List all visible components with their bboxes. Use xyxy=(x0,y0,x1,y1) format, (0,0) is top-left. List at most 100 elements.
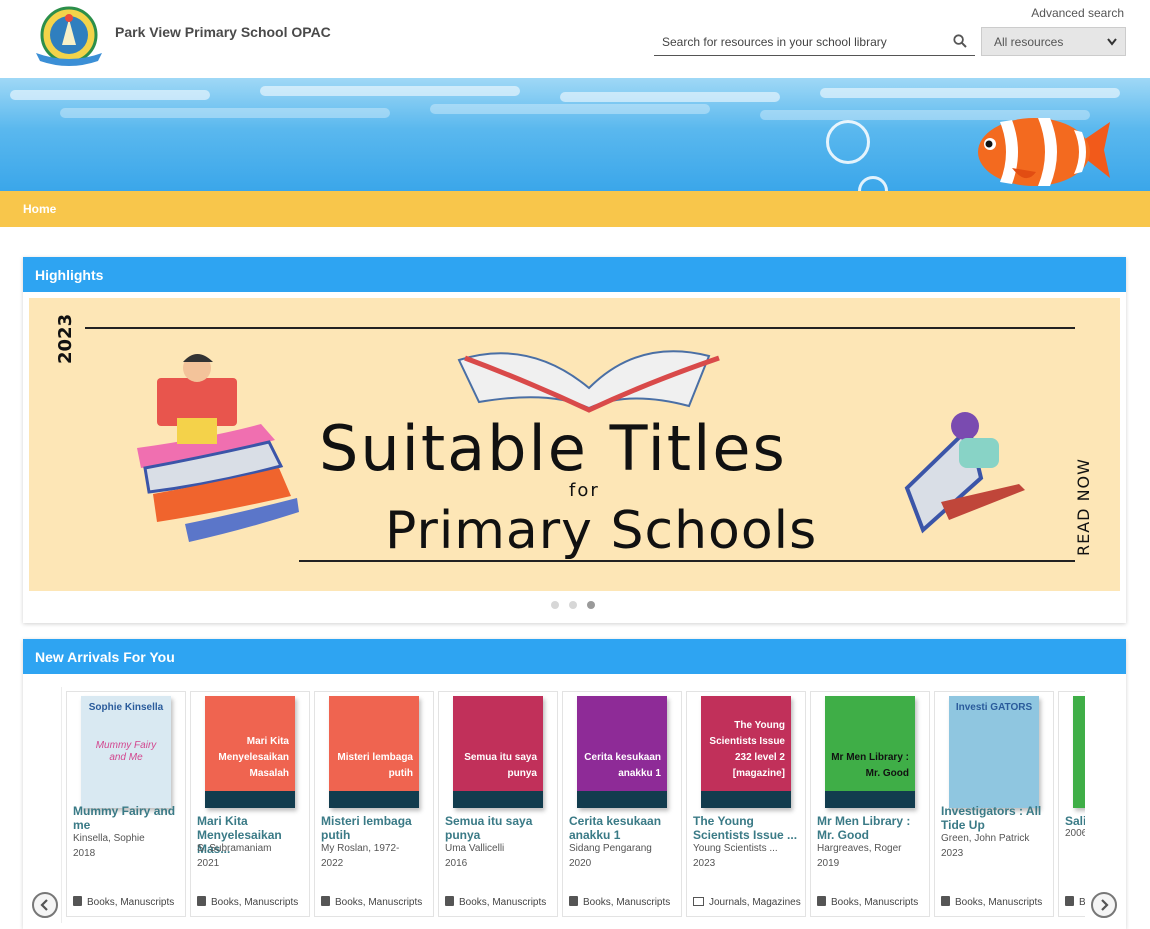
newspaper-icon xyxy=(693,897,704,906)
book-year: 2016 xyxy=(445,858,468,869)
book-format-label: Journals, Magazines xyxy=(709,897,801,908)
highlight-slide[interactable]: 2023 Suitable Titles for Primary Schools… xyxy=(29,298,1120,591)
book-cover-band xyxy=(205,791,295,808)
water-wave xyxy=(820,88,1120,98)
book-icon xyxy=(197,896,206,906)
arrival-card[interactable]: Cerita kesukaan anakku 1 Cerita kesukaan … xyxy=(562,691,682,917)
book-title-link[interactable]: Mummy Fairy and me xyxy=(73,804,181,832)
book-cover[interactable]: Cerita kesukaan anakku 1 xyxy=(577,696,667,808)
book-icon xyxy=(941,896,950,906)
book-format-label: Books, Manuscripts xyxy=(87,897,175,908)
book-year: 2023 xyxy=(693,858,716,869)
book-cover[interactable]: Sophie Kinsella Mummy Fairy and Me xyxy=(81,696,171,808)
book-title-link[interactable]: Investigators : All Tide Up xyxy=(941,804,1049,832)
new-arrivals-heading: New Arrivals For You xyxy=(23,639,1126,674)
book-cover-band xyxy=(701,791,791,808)
search-icon[interactable] xyxy=(953,34,967,48)
book-cover[interactable]: The Young Scientists Issue 232 level 2 [… xyxy=(701,696,791,808)
book-icon xyxy=(445,896,454,906)
book-cover[interactable]: Investi GATORS xyxy=(949,696,1039,808)
highlight-slide-art: 2023 Suitable Titles for Primary Schools… xyxy=(55,314,1093,562)
book-title-link[interactable]: Misteri lembaga putih xyxy=(321,814,429,842)
book-year: 2006 xyxy=(1065,828,1085,839)
book-cover-band xyxy=(825,791,915,808)
new-arrivals-carousel: Sophie Kinsella Mummy Fairy and Me Mummy F… xyxy=(61,687,1085,923)
arrival-card[interactable]: Sali2006 B xyxy=(1058,691,1085,917)
carousel-dot-active[interactable] xyxy=(587,601,595,609)
book-author: Uma Vallicelli xyxy=(445,843,505,854)
banner-line1: Suitable Titles xyxy=(319,412,787,485)
book-cover[interactable] xyxy=(1073,696,1085,808)
search-input[interactable] xyxy=(662,32,942,52)
book-title-link[interactable]: Semua itu saya punya xyxy=(445,814,553,842)
book-cover-brand: Sophie Kinsella xyxy=(88,702,164,713)
book-year: 2022 xyxy=(321,858,344,869)
book-author: My Roslan, 1972- xyxy=(321,843,400,854)
book-author: Hargreaves, Roger xyxy=(817,843,902,854)
water-wave xyxy=(60,108,390,118)
arrival-card[interactable]: Mari Kita Menyelesaikan Masalah Mari Kita… xyxy=(190,691,310,917)
book-cover-text: Semua itu saya punya xyxy=(464,752,537,779)
book-author: Sidang Pengarang xyxy=(569,843,652,854)
resource-type-select[interactable]: All resources xyxy=(981,27,1126,56)
book-cover-text: Mr Men Library : Mr. Good xyxy=(831,752,909,779)
arrival-card[interactable]: Mr Men Library : Mr. Good Mr Men Library … xyxy=(810,691,930,917)
book-icon xyxy=(569,896,578,906)
book-format: Books, Manuscripts xyxy=(817,895,927,910)
bubble xyxy=(858,176,888,192)
book-author: Kinsella, Sophie xyxy=(73,833,145,844)
book-format: Books, Manuscripts xyxy=(321,895,431,910)
book-cover-text: Cerita kesukaan anakku 1 xyxy=(584,752,661,779)
book-cover-text: The Young Scientists Issue 232 level 2 [… xyxy=(709,720,785,779)
book-author: Young Scientists ... xyxy=(693,843,778,854)
carousel-next-button[interactable] xyxy=(1091,892,1117,918)
new-arrivals-panel: New Arrivals For You Sophie Kinsella Mumm… xyxy=(23,639,1126,929)
book-year: 2021 xyxy=(197,858,220,869)
carousel-prev-button[interactable] xyxy=(32,892,58,918)
arrival-card[interactable]: Semua itu saya punya Semua itu saya punya… xyxy=(438,691,558,917)
book-cover[interactable]: Mari Kita Menyelesaikan Masalah xyxy=(205,696,295,808)
book-year: 2023 xyxy=(941,848,964,859)
school-logo[interactable] xyxy=(32,5,106,69)
book-year: 2020 xyxy=(569,858,592,869)
book-title-link[interactable]: Mr Men Library : Mr. Good xyxy=(817,814,925,842)
carousel-dots xyxy=(551,601,601,611)
carousel-dot[interactable] xyxy=(569,601,577,609)
book-format-label: Books, Manuscripts xyxy=(459,897,547,908)
banner-line2: for xyxy=(569,480,600,501)
banner-cta: READ NOW xyxy=(1074,458,1093,556)
arrival-card[interactable]: The Young Scientists Issue 232 level 2 [… xyxy=(686,691,806,917)
header-banner xyxy=(0,78,1150,192)
book-cover[interactable]: Semua itu saya punya xyxy=(453,696,543,808)
book-format: Journals, Magazines xyxy=(693,895,803,910)
search-box xyxy=(654,28,975,56)
highlights-heading: Highlights xyxy=(23,257,1126,292)
book-format-label: B xyxy=(1079,897,1085,908)
clownfish-illustration xyxy=(978,118,1110,186)
site-title[interactable]: Park View Primary School OPAC xyxy=(115,24,331,40)
book-format-label: Books, Manuscripts xyxy=(211,897,299,908)
arrival-card[interactable]: Misteri lembaga putih Misteri lembaga put… xyxy=(314,691,434,917)
book-format: Books, Manuscripts xyxy=(73,895,183,910)
carousel-dot[interactable] xyxy=(551,601,559,609)
book-cover-band xyxy=(329,791,419,808)
water-wave xyxy=(430,104,710,114)
water-wave xyxy=(260,86,520,96)
book-cover-band xyxy=(453,791,543,808)
book-cover-brand: Investi GATORS xyxy=(955,702,1033,713)
book-cover[interactable]: Mr Men Library : Mr. Good xyxy=(825,696,915,808)
book-title-link[interactable]: Sali xyxy=(1065,814,1085,828)
book-cover[interactable]: Misteri lembaga putih xyxy=(329,696,419,808)
breadcrumb-home[interactable]: Home xyxy=(23,202,56,216)
arrival-card[interactable]: Sophie Kinsella Mummy Fairy and Me Mummy F… xyxy=(66,691,186,917)
book-year: 2019 xyxy=(817,858,840,869)
arrival-card[interactable]: Investi GATORS Investigators : All Tide U… xyxy=(934,691,1054,917)
book-format: Books, Manuscripts xyxy=(941,895,1051,910)
advanced-search-link[interactable]: Advanced search xyxy=(1031,6,1124,20)
book-author: Green, John Patrick xyxy=(941,833,1030,844)
book-title-link[interactable]: The Young Scientists Issue ... xyxy=(693,814,801,842)
book-format: Books, Manuscripts xyxy=(569,895,679,910)
book-author: S. Subramaniam xyxy=(197,843,272,854)
book-title-link[interactable]: Cerita kesukaan anakku 1 xyxy=(569,814,677,842)
book-year: 2018 xyxy=(73,848,96,859)
